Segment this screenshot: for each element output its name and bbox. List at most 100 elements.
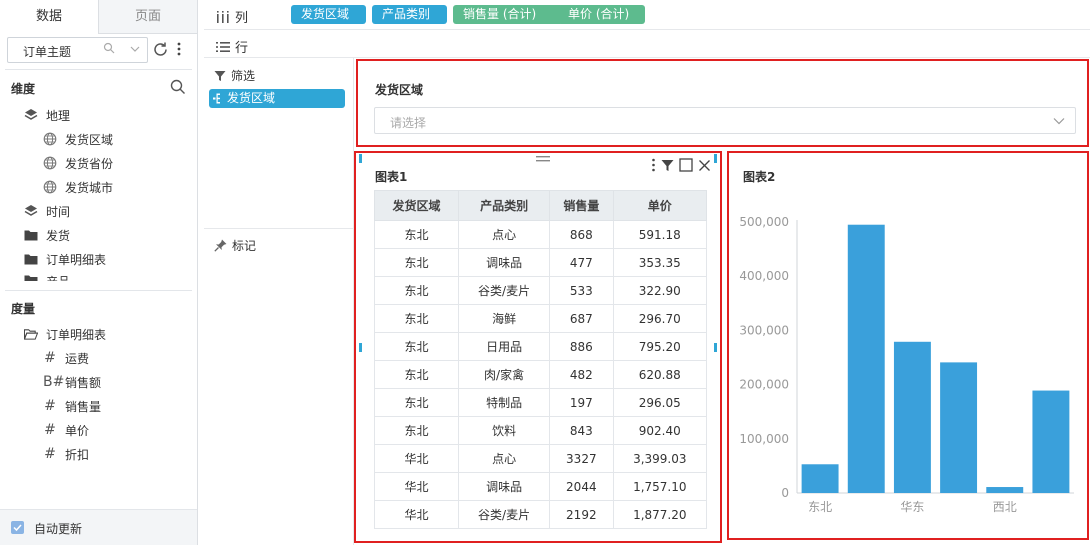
row-shelf[interactable]: 行 [204, 30, 1090, 58]
dimension-item[interactable]: 发货 [24, 225, 70, 245]
bar [801, 464, 839, 493]
table-cell: 日用品 [458, 332, 551, 361]
drag-handle-icon[interactable] [536, 155, 550, 163]
table-row[interactable]: 东北 海鲜 687 296.70 [373, 304, 708, 333]
table-cell: 谷类/麦片 [458, 500, 551, 529]
calc-hash-icon: B# [43, 374, 65, 390]
search-icon[interactable] [170, 79, 186, 98]
refresh-icon[interactable] [152, 41, 169, 61]
dimension-item[interactable]: 发货区域 [43, 129, 113, 149]
chevron-down-icon [1053, 118, 1065, 125]
measure-item[interactable]: B# 销售额 [43, 372, 101, 392]
measure-item[interactable]: # 运费 [43, 348, 89, 368]
dimension-label: 时间 [46, 204, 71, 219]
column-header[interactable]: 单价 [612, 190, 708, 221]
folder-open-icon [24, 327, 38, 341]
close-icon[interactable] [698, 159, 711, 172]
table-row[interactable]: 华北 调味品 2044 1,757.10 [373, 472, 708, 501]
table-cell: 华北 [373, 500, 460, 529]
filter-label-text: 筛选 [231, 69, 256, 83]
column-shelf-text: 列 [235, 11, 249, 26]
table-row[interactable]: 东北 日用品 886 795.20 [373, 332, 708, 361]
more-vertical-icon[interactable] [176, 41, 182, 60]
table-row[interactable]: 东北 谷类/麦片 533 322.90 [373, 276, 708, 305]
y-tick-label: 100,000 [739, 432, 789, 446]
table-widget[interactable]: 图表1 发货区域 产品类别 销售量 单价 东北 点心 868 591.18 东北 调味品 477 3… [354, 151, 722, 543]
measures-title: 度量 [11, 302, 36, 316]
y-tick-label: 0 [781, 486, 789, 500]
table-cell: 东北 [373, 388, 460, 417]
table-cell: 533 [549, 276, 614, 305]
auto-update-label: 自动更新 [34, 522, 83, 536]
table-row[interactable]: 东北 点心 868 591.18 [373, 220, 708, 249]
bar [986, 487, 1024, 493]
filter-label: 筛选 [214, 67, 255, 84]
measure-item[interactable]: # 销售量 [43, 396, 101, 416]
table-row[interactable]: 华北 点心 3327 3,399.03 [373, 444, 708, 473]
table-cell: 482 [549, 360, 614, 389]
y-tick-label: 300,000 [739, 323, 789, 337]
filter-icon[interactable] [661, 159, 674, 172]
table-row[interactable]: 东北 饮料 843 902.40 [373, 416, 708, 445]
data-table: 发货区域 产品类别 销售量 单价 东北 点心 868 591.18 东北 调味品 477 353.3… [373, 190, 708, 529]
column-pill-category[interactable]: 产品类别 [372, 5, 447, 24]
maximize-icon[interactable] [679, 158, 693, 172]
dimension-item[interactable]: 产品 [24, 273, 70, 281]
dimension-item[interactable]: 时间 [24, 201, 70, 221]
filter-marks-column: 筛选 发货区域 标记 [204, 58, 354, 545]
resize-handle[interactable] [714, 154, 717, 163]
y-tick-label: 400,000 [739, 269, 789, 283]
dimension-label: 发货区域 [65, 132, 114, 147]
measure-label: 销售量 [65, 399, 102, 414]
column-header[interactable]: 发货区域 [373, 190, 460, 221]
search-icon[interactable] [103, 42, 115, 57]
theme-select[interactable]: 订单主题 [7, 37, 148, 63]
dimension-item[interactable]: 发货城市 [43, 177, 113, 197]
dimension-item[interactable]: 订单明细表 [24, 249, 106, 269]
hash-icon: # [44, 350, 56, 366]
measure-label: 折扣 [65, 447, 90, 462]
table-cell: 296.70 [612, 304, 708, 333]
region-select[interactable]: 请选择 [374, 107, 1076, 134]
table-cell: 点心 [458, 444, 551, 473]
measure-item[interactable]: 订单明细表 [24, 324, 106, 344]
chart-widget[interactable]: 0 100,000 200,000 300,000 400,000 500,000 东北 华东… [727, 151, 1089, 540]
resize-handle[interactable] [359, 154, 362, 163]
table-row[interactable]: 东北 调味品 477 353.35 [373, 248, 708, 277]
measure-item[interactable]: # 折扣 [43, 444, 89, 464]
marks-label: 标记 [214, 237, 256, 254]
filter-pill-region[interactable]: 发货区域 [209, 89, 345, 108]
table-body: 东北 点心 868 591.18 东北 调味品 477 353.35 东北 谷类/麦片 533 322… [373, 220, 708, 529]
tab-data[interactable]: 数据 [0, 0, 98, 34]
dimension-item[interactable]: 发货省份 [43, 153, 113, 173]
region-select-placeholder: 请选择 [390, 116, 427, 130]
data-panel: 数据 页面 订单主题 维度 地理发货区域发货省份发货城市时间发货订单明细表产品 … [0, 0, 198, 545]
resize-handle[interactable] [359, 343, 362, 352]
resize-handle[interactable] [714, 343, 717, 352]
dimension-item[interactable]: 地理 [24, 105, 70, 125]
layers-icon [24, 204, 38, 218]
column-pill-price[interactable]: 单价 (合计) [558, 5, 645, 24]
auto-update-checkbox[interactable] [11, 521, 24, 534]
chevron-down-icon[interactable] [129, 43, 141, 58]
region-filter-widget[interactable]: 发货区域 请选择 [356, 59, 1089, 147]
column-shelf[interactable]: 列 发货区域 产品类别 销售量 (合计) 单价 (合计) [204, 0, 1090, 30]
table-cell: 477 [549, 248, 614, 277]
table-row[interactable]: 东北 特制品 197 296.05 [373, 388, 708, 417]
measure-item[interactable]: # 单价 [43, 420, 89, 440]
measure-label: 订单明细表 [46, 327, 107, 342]
table-cell: 东北 [373, 220, 460, 249]
table-row[interactable]: 东北 肉/家禽 482 620.88 [373, 360, 708, 389]
table-row[interactable]: 华北 谷类/麦片 2192 1,877.20 [373, 500, 708, 529]
table-cell: 东北 [373, 248, 460, 277]
column-header[interactable]: 销售量 [549, 190, 614, 221]
more-vertical-icon[interactable] [651, 158, 656, 172]
column-header[interactable]: 产品类别 [458, 190, 551, 221]
table-cell: 谷类/麦片 [458, 276, 551, 305]
globe-icon [43, 156, 57, 170]
column-pill-quantity[interactable]: 销售量 (合计) [453, 5, 563, 24]
globe-icon [43, 180, 57, 194]
table-cell: 调味品 [458, 472, 551, 501]
tab-page[interactable]: 页面 [98, 0, 197, 33]
column-pill-region[interactable]: 发货区域 [291, 5, 366, 24]
